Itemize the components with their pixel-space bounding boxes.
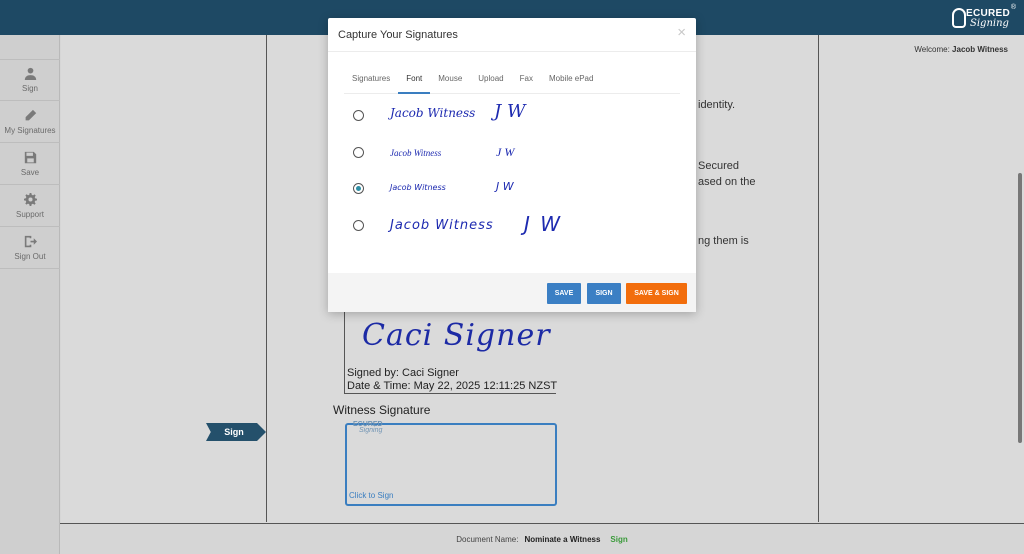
document-name: Nominate a Witness bbox=[524, 534, 601, 544]
font-option-radio[interactable] bbox=[353, 146, 364, 158]
font-option-2[interactable] bbox=[353, 142, 364, 162]
sidebar-item-sign-out[interactable]: Sign Out bbox=[0, 227, 60, 269]
sidebar-item-sign[interactable]: Sign bbox=[0, 59, 60, 101]
font-option-name: Jacob Witness bbox=[390, 106, 476, 120]
document-text: ased on the bbox=[698, 176, 756, 188]
user-icon bbox=[24, 67, 36, 80]
sidebar-item-my-signatures[interactable]: My Signatures bbox=[0, 101, 60, 143]
font-option-name: Jacob Witness bbox=[390, 148, 442, 158]
tab-upload[interactable]: Upload bbox=[470, 72, 511, 94]
welcome-text: Welcome: Jacob Witness bbox=[914, 45, 1008, 54]
welcome-user: Jacob Witness bbox=[952, 45, 1008, 54]
document-status: Sign bbox=[610, 534, 628, 544]
secured-signing-logo: ECURED Signing ® bbox=[952, 4, 1016, 32]
sidebar-item-label: Sign Out bbox=[14, 251, 46, 261]
tab-mobile-epad[interactable]: Mobile ePad bbox=[541, 72, 601, 94]
sidebar-item-label: Sign bbox=[21, 84, 38, 93]
pencil-icon bbox=[25, 109, 36, 120]
document-text: Secured bbox=[698, 160, 739, 172]
font-option-name: Jacob Witness bbox=[390, 183, 446, 192]
witness-logo-subtext: Signing bbox=[359, 427, 383, 434]
tab-signatures[interactable]: Signatures bbox=[344, 72, 398, 94]
signer-signature: Caci Signer bbox=[362, 318, 551, 353]
tab-fax[interactable]: Fax bbox=[512, 72, 541, 94]
save-and-sign-button[interactable]: SAVE & SIGN bbox=[626, 283, 687, 304]
floppy-disk-icon bbox=[24, 151, 36, 163]
registered-mark: ® bbox=[1010, 4, 1016, 11]
sidebar-item-save[interactable]: Save bbox=[0, 143, 60, 185]
font-option-initials: J W bbox=[524, 212, 563, 236]
sidebar-item-label: Support bbox=[15, 209, 45, 219]
tab-mouse[interactable]: Mouse bbox=[430, 72, 470, 94]
font-option-initials: J W bbox=[494, 101, 526, 122]
lock-icon bbox=[952, 8, 966, 28]
sign-out-icon bbox=[24, 235, 37, 247]
signed-date-time: Date & Time: May 22, 2025 12:11:25 NZST bbox=[347, 380, 558, 392]
font-option-initials: J W bbox=[496, 180, 514, 193]
click-to-sign-link[interactable]: Click to Sign bbox=[349, 491, 393, 500]
font-option-4[interactable] bbox=[353, 215, 364, 235]
close-icon[interactable]: × bbox=[677, 24, 686, 41]
sidebar-item-support[interactable]: Support bbox=[0, 185, 60, 227]
sidebar-item-label: Save bbox=[20, 167, 40, 177]
font-option-radio[interactable] bbox=[353, 109, 364, 121]
dialog-title: Capture Your Signatures bbox=[338, 29, 458, 41]
signed-by-text: Signed by: Caci Signer bbox=[347, 367, 459, 379]
witness-field-logo: ECURED Signing bbox=[353, 421, 383, 434]
capture-signatures-dialog: Capture Your Signatures × Signatures Fon… bbox=[328, 18, 696, 312]
font-option-radio[interactable] bbox=[353, 219, 364, 231]
document-name-label: Document Name: bbox=[456, 534, 519, 544]
footer-bar: Document Name: Nominate a Witness Sign bbox=[60, 523, 1024, 554]
document-scrollbar[interactable] bbox=[1018, 173, 1022, 443]
font-option-radio-selected[interactable] bbox=[353, 182, 364, 194]
sign-button[interactable]: SIGN bbox=[587, 283, 621, 304]
logo-text-secondary: Signing bbox=[970, 18, 1009, 29]
witness-signature-label: Witness Signature bbox=[333, 403, 431, 417]
font-option-name: Jacob Witness bbox=[390, 218, 494, 233]
witness-signature-field[interactable]: ECURED Signing Click to Sign bbox=[345, 421, 557, 506]
document-margin-right bbox=[818, 35, 819, 522]
save-button[interactable]: SAVE bbox=[547, 283, 581, 304]
document-margin-left bbox=[266, 35, 267, 522]
document-text: ng them is bbox=[698, 235, 749, 247]
gear-icon bbox=[23, 192, 37, 206]
welcome-prefix: Welcome: bbox=[914, 45, 950, 54]
sign-here-tag[interactable]: Sign bbox=[206, 423, 266, 441]
dialog-header-divider bbox=[328, 51, 696, 52]
font-option-initials: J W bbox=[496, 145, 515, 159]
font-option-1[interactable] bbox=[353, 105, 364, 125]
tab-font[interactable]: Font bbox=[398, 72, 431, 94]
sidebar-item-label: My Signatures bbox=[4, 125, 56, 135]
signature-method-tabs: Signatures Font Mouse Upload Fax Mobile … bbox=[344, 72, 680, 94]
font-option-3[interactable] bbox=[353, 178, 364, 198]
document-text: identity. bbox=[698, 99, 736, 111]
sidebar: Sign My Signatures Save Support Sign Out bbox=[0, 35, 60, 554]
